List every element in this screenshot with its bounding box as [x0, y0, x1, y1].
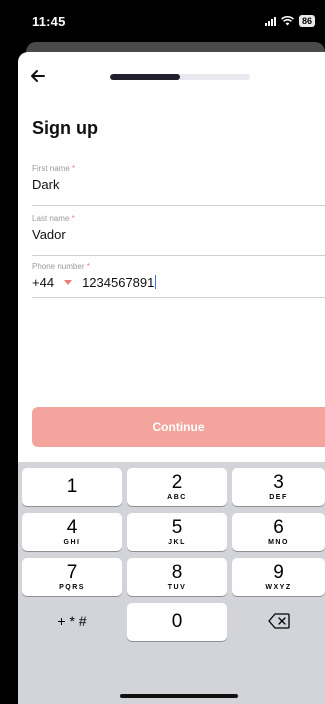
key-3[interactable]: 3 DEF [232, 468, 325, 506]
backspace-icon [267, 613, 290, 629]
phone-field[interactable]: Phone number * +44 1234567891 [32, 262, 325, 291]
last-name-underline [32, 255, 325, 256]
last-name-field[interactable]: Last name * Vador [32, 214, 325, 243]
text-cursor [155, 275, 157, 289]
status-time: 11:45 [32, 13, 66, 29]
battery-indicator: 86 [298, 15, 315, 27]
last-name-value: Vador [32, 226, 66, 242]
page-title: Sign up [32, 118, 98, 138]
chevron-down-icon[interactable] [64, 279, 73, 285]
signal-icon [264, 16, 276, 26]
phone-value[interactable]: 1234567891 [82, 275, 154, 290]
key-4[interactable]: 4 GHI [22, 513, 122, 551]
key-9[interactable]: 9 WXYZ [232, 558, 325, 596]
phone-input-row: +44 1234567891 [32, 273, 325, 291]
key-2[interactable]: 2 ABC [127, 468, 227, 506]
numeric-keypad: 1 2 ABC 3 DEF 4 GHI 5 JKL 6 MNO 7 PQRS 8… [18, 462, 325, 704]
phone-label: Phone number * [32, 262, 90, 271]
continue-button[interactable]: Continue [32, 407, 325, 447]
progress-fill [110, 74, 180, 80]
required-marker: * [71, 214, 75, 223]
key-8[interactable]: 8 TUV [127, 558, 227, 596]
wifi-icon [281, 16, 294, 26]
key-symbols[interactable]: + * # [22, 602, 122, 640]
required-marker: * [72, 164, 76, 173]
key-0[interactable]: 0 [127, 603, 227, 641]
key-7[interactable]: 7 PQRS [22, 558, 122, 596]
status-icons: 86 [264, 15, 315, 27]
back-arrow-icon[interactable] [28, 66, 48, 86]
first-name-value: Dark [32, 176, 60, 192]
progress-bar [110, 74, 250, 80]
phone-underline [32, 297, 325, 298]
required-marker: * [86, 262, 90, 271]
first-name-underline [32, 205, 325, 206]
key-5[interactable]: 5 JKL [127, 513, 227, 551]
key-1[interactable]: 1 [22, 468, 122, 506]
home-indicator [120, 694, 238, 698]
header-row [18, 66, 325, 86]
last-name-label: Last name * [32, 214, 75, 223]
country-code[interactable]: +44 [32, 275, 54, 290]
first-name-label: First name * [32, 164, 76, 173]
key-backspace[interactable] [232, 602, 325, 640]
key-6[interactable]: 6 MNO [232, 513, 325, 551]
status-bar: 11:45 86 [0, 0, 325, 42]
first-name-field[interactable]: First name * Dark [32, 164, 325, 193]
